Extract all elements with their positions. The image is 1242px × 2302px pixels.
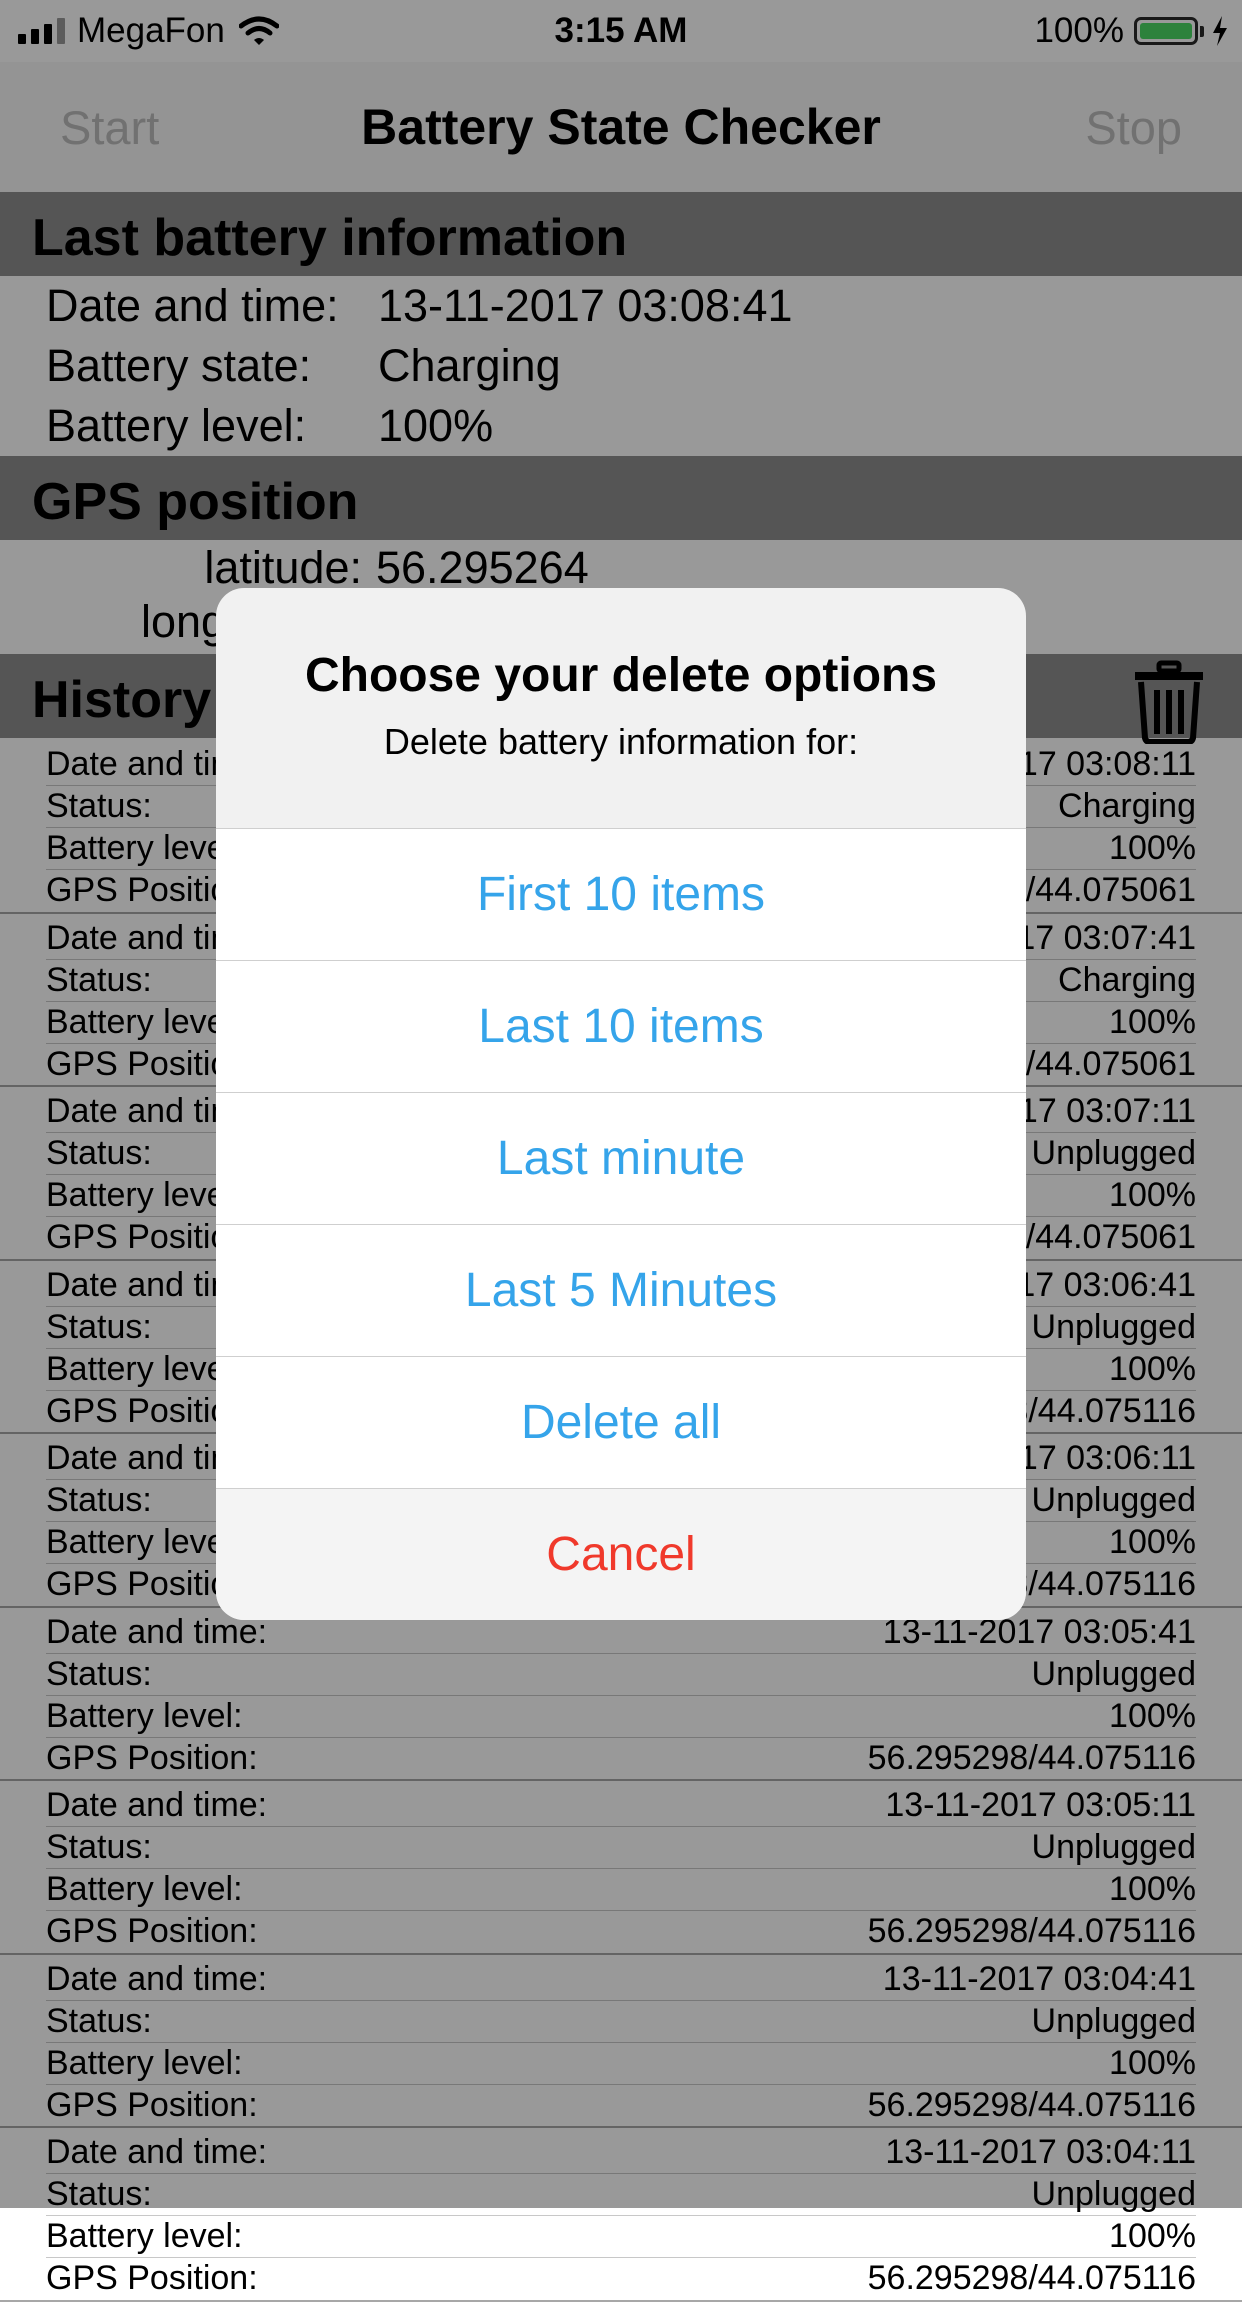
last-minute-button[interactable]: Last minute: [216, 1092, 1026, 1224]
history-value-gps: 56.295298/44.075116: [867, 2259, 1196, 2297]
history-line-level: Battery level: 100%: [46, 2215, 1196, 2258]
history-value-level: 100%: [1109, 2217, 1196, 2255]
last-10-items-button[interactable]: Last 10 items: [216, 960, 1026, 1092]
delete-all-button[interactable]: Delete all: [216, 1356, 1026, 1488]
history-label-level: Battery level:: [46, 2217, 243, 2255]
history-line-gps: GPS Position: 56.295298/44.075116: [46, 2257, 1196, 2299]
cancel-button[interactable]: Cancel: [216, 1488, 1026, 1620]
first-10-items-button[interactable]: First 10 items: [216, 828, 1026, 960]
delete-options-dialog: Choose your delete options Delete batter…: [216, 588, 1026, 1620]
last-5-minutes-button[interactable]: Last 5 Minutes: [216, 1224, 1026, 1356]
history-label-gps: GPS Position:: [46, 2259, 258, 2297]
dialog-message: Delete battery information for:: [383, 721, 859, 762]
dialog-title: Choose your delete options: [304, 649, 938, 702]
